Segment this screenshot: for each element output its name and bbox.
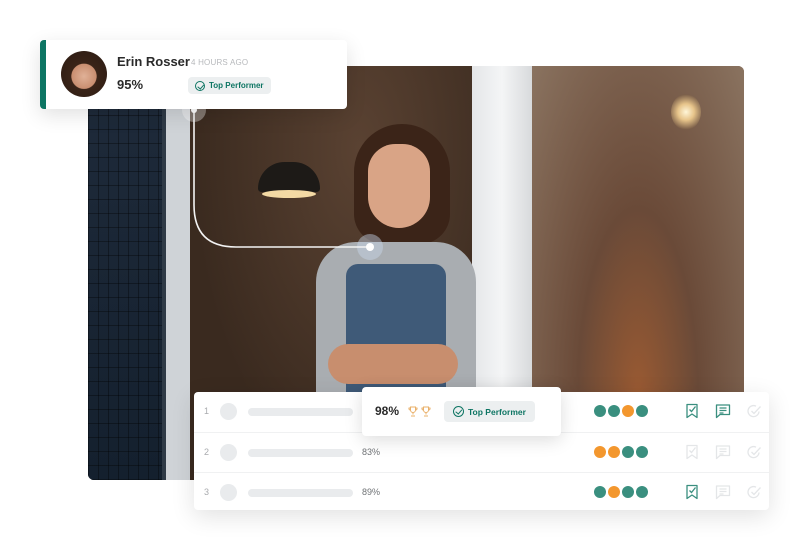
rating-dot-teal: [622, 446, 634, 458]
comment-icon[interactable]: [715, 403, 731, 419]
row-score: 83%: [362, 447, 381, 457]
status-badge: Top Performer: [444, 401, 535, 422]
badge-label: Top Performer: [209, 81, 264, 90]
profile-card[interactable]: Erin Rosser 4 HOURS AGO 95% Top Performe…: [40, 40, 347, 109]
card-accent-bar: [40, 40, 46, 109]
rating-dot-orange: [608, 446, 620, 458]
rank-number: 3: [204, 487, 210, 497]
rating-dot-teal: [594, 486, 606, 498]
check-circle-icon: [195, 80, 205, 91]
rating-dots: [594, 446, 648, 458]
rating-dots: [594, 486, 648, 498]
bookmark-check-icon[interactable]: [684, 444, 700, 460]
avatar-placeholder: [220, 444, 237, 461]
highlight-score: 98%: [375, 404, 400, 418]
avatar-placeholder: [220, 403, 237, 420]
bookmark-check-icon[interactable]: [684, 484, 700, 500]
rating-dot-teal: [608, 405, 620, 417]
rating-dots: [594, 405, 648, 417]
comment-icon[interactable]: [715, 484, 731, 500]
timestamp: 4 HOURS AGO: [191, 58, 249, 67]
row-actions: [684, 484, 762, 500]
rating-dot-orange: [622, 405, 634, 417]
rank-number: 1: [204, 406, 210, 416]
trophy-icon: [408, 404, 418, 422]
trophies: [408, 404, 431, 422]
row-score: 89%: [362, 487, 381, 497]
trophy-icon: [421, 404, 431, 422]
avatar-placeholder: [220, 484, 237, 501]
avatar: [61, 51, 107, 97]
name-placeholder-bar: [248, 489, 353, 497]
employee-name: Erin Rosser: [117, 54, 190, 69]
rating-dot-teal: [636, 446, 648, 458]
rating-dot-orange: [608, 486, 620, 498]
name-placeholder-bar: [248, 408, 353, 416]
door-frame: [166, 66, 190, 480]
rating-dot-teal: [594, 405, 606, 417]
bookmark-check-icon[interactable]: [684, 403, 700, 419]
rating-dot-teal: [636, 405, 648, 417]
approve-check-icon[interactable]: [746, 444, 762, 460]
rating-dot-orange: [594, 446, 606, 458]
name-placeholder-bar: [248, 449, 353, 457]
rank-number: 2: [204, 447, 210, 457]
rating-dot-teal: [636, 486, 648, 498]
employee-score: 95%: [117, 77, 144, 92]
check-circle-icon: [453, 406, 464, 417]
table-row[interactable]: 2 83%: [194, 432, 769, 471]
badge-label: Top Performer: [468, 406, 526, 417]
table-row[interactable]: 3 89%: [194, 472, 769, 511]
status-badge: Top Performer: [188, 77, 271, 94]
row-actions: [684, 444, 762, 460]
rating-dot-teal: [622, 486, 634, 498]
approve-check-icon[interactable]: [746, 484, 762, 500]
highlight-card[interactable]: 98% Top Performer: [362, 387, 561, 436]
row-actions: [684, 403, 762, 419]
approve-check-icon[interactable]: [746, 403, 762, 419]
light-bulb: [671, 94, 701, 130]
comment-icon[interactable]: [715, 444, 731, 460]
tiled-wall: [88, 66, 162, 480]
